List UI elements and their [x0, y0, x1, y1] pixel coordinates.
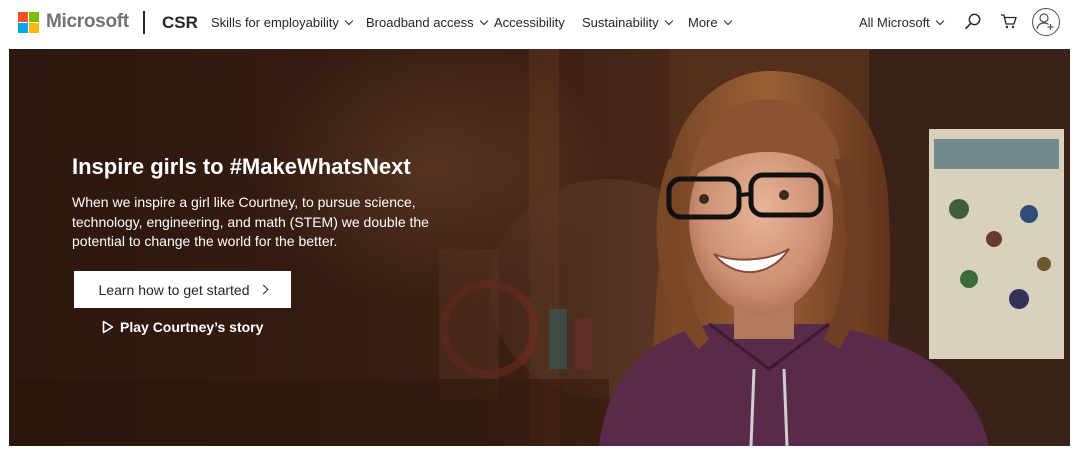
chevron-down-icon	[723, 16, 732, 26]
nav-item-label: Skills for employability	[211, 15, 339, 30]
learn-how-button[interactable]: Learn how to get started	[74, 271, 291, 308]
learn-how-label: Learn how to get started	[98, 281, 250, 298]
nav-item-label: Accessibility	[494, 15, 565, 30]
top-navigation: Microsoft CSR Skills for employability B…	[0, 0, 1080, 46]
chevron-down-icon	[935, 16, 945, 26]
nav-item-more[interactable]: More	[688, 15, 732, 30]
hero-content: Inspire girls to #MakeWhatsNext When we …	[72, 154, 472, 252]
search-icon[interactable]	[963, 12, 983, 32]
all-microsoft-label: All Microsoft	[859, 15, 930, 30]
nav-item-accessibility[interactable]: Accessibility	[494, 15, 565, 30]
hero-body-text: When we inspire a girl like Courtney, to…	[72, 194, 429, 249]
cart-icon[interactable]	[999, 12, 1019, 32]
chevron-right-icon	[258, 284, 268, 295]
nav-item-label: Sustainability	[582, 15, 659, 30]
hero-headline: Inspire girls to #MakeWhatsNext	[72, 154, 411, 179]
all-microsoft-menu[interactable]: All Microsoft	[859, 15, 945, 30]
nav-item-sustainability[interactable]: Sustainability	[582, 15, 673, 30]
chevron-down-icon	[479, 16, 488, 26]
logo-text: Microsoft	[46, 11, 129, 32]
hero-banner: Inspire girls to #MakeWhatsNext When we …	[9, 49, 1070, 446]
chevron-down-icon	[344, 16, 354, 26]
nav-item-label: More	[688, 15, 718, 30]
account-icon[interactable]	[1032, 8, 1060, 36]
logo-divider	[143, 11, 145, 34]
nav-item-label: Broadband access	[366, 15, 474, 30]
play-icon	[102, 320, 114, 334]
play-story-label: Play Courtney’s story	[120, 319, 264, 335]
play-story-link[interactable]: Play Courtney’s story	[102, 319, 263, 335]
chevron-down-icon	[664, 16, 673, 26]
nav-item-broadband[interactable]: Broadband access	[366, 15, 488, 30]
site-name-link[interactable]: CSR	[162, 13, 198, 33]
microsoft-logo[interactable]: Microsoft	[18, 11, 129, 33]
microsoft-logo-icon	[18, 11, 39, 33]
nav-item-skills[interactable]: Skills for employability	[211, 15, 354, 30]
